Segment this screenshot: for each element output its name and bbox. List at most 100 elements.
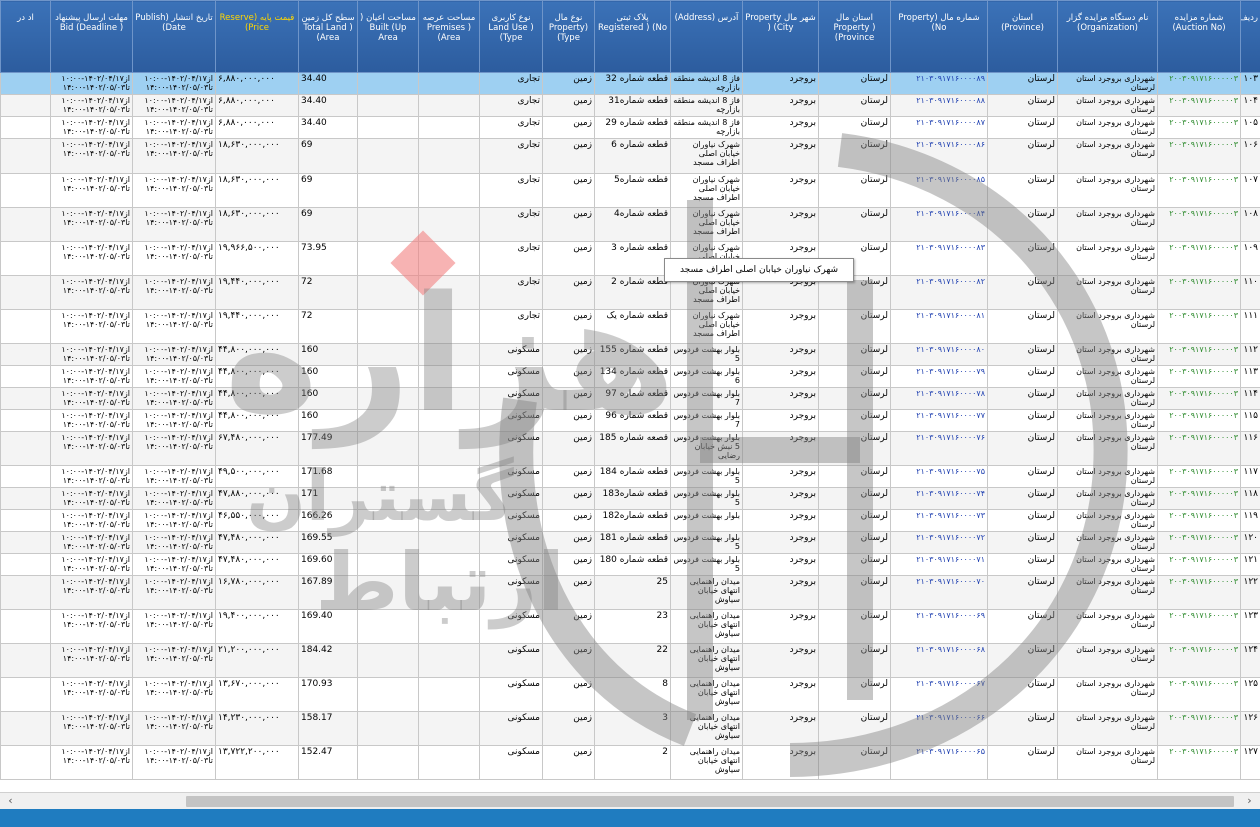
cell-property-no: ۲۱۰۳۰۹۱۷۱۶۰۰۰۰۷۶ [890, 431, 988, 466]
table-row[interactable]: ۱۱۶ ۲۰۰۳۰۹۱۷۱۶۰۰۰۰۰۳ شهرداری بروجرد استان … [0, 431, 1260, 466]
column-header-deadline[interactable]: مهلت ارسال پیشنهاد ( Bid (Deadline [50, 0, 133, 73]
column-header-reserve-price[interactable]: قیمت پایه (Reserve Price) [215, 0, 299, 73]
table-row[interactable]: ۱۱۵ ۲۰۰۳۰۹۱۷۱۶۰۰۰۰۰۳ شهرداری بروجرد استان … [0, 409, 1260, 432]
cell-extra [0, 387, 51, 410]
horizontal-scrollbar[interactable]: ‹ › [0, 792, 1260, 809]
cell-property-city: بروجرد [742, 677, 819, 712]
cell-deadline: از۱۴۰۲/۰۴/۱۷-۱۰:۰۰ تا۱۴۰۲/۰۵/۰۳-۱۴:۰۰ [50, 745, 133, 780]
column-header-property-no[interactable]: شماره مال (Property No) [890, 0, 988, 73]
column-header-registered-no[interactable]: پلاک ثبتی Registered ) (No [594, 0, 671, 73]
cell-property-type: زمین [542, 173, 595, 208]
cell-deadline: از۱۴۰۲/۰۴/۱۷-۱۰:۰۰ تا۱۴۰۲/۰۵/۰۳-۱۴:۰۰ [50, 207, 133, 242]
cell-row: ۱۰۳ [1240, 72, 1260, 95]
cell-organization: شهرداری بروجرد استان لرستان [1057, 138, 1158, 174]
column-header-auction-no[interactable]: شماره مزایده (Auction No) [1157, 0, 1241, 73]
cell-extra [0, 207, 51, 242]
table-row[interactable]: ۱۰۷ ۲۰۰۳۰۹۱۷۱۶۰۰۰۰۰۳ شهرداری بروجرد استان … [0, 173, 1260, 208]
cell-property-no: ۲۱۰۳۰۹۱۷۱۶۰۰۰۰۶۹ [890, 609, 988, 644]
cell-built-up-area [357, 309, 419, 344]
column-header-premises-area[interactable]: مساحت عرصه Premises ) (Area [418, 0, 480, 73]
cell-property-no: ۲۱۰۳۰۹۱۷۱۶۰۰۰۰۸۹ [890, 72, 988, 95]
table-row[interactable]: ۱۲۵ ۲۰۰۳۰۹۱۷۱۶۰۰۰۰۰۳ شهرداری بروجرد استان … [0, 677, 1260, 712]
cell-premises-area [418, 465, 480, 488]
cell-province: لرستان [987, 309, 1058, 344]
table-row[interactable]: ۱۱۳ ۲۰۰۳۰۹۱۷۱۶۰۰۰۰۰۳ شهرداری بروجرد استان … [0, 365, 1260, 388]
table-row[interactable]: ۱۰۶ ۲۰۰۳۰۹۱۷۱۶۰۰۰۰۰۳ شهرداری بروجرد استان … [0, 138, 1260, 174]
column-header-property-province[interactable]: استان مال Property ) (Province [818, 0, 891, 73]
cell-extra [0, 609, 51, 644]
cell-property-type: زمین [542, 94, 595, 117]
cell-reserve-price: ۱۹,۴۴۰,۰۰۰,۰۰۰ [215, 309, 299, 344]
scroll-left-icon[interactable]: ‹ [2, 793, 19, 810]
column-header-province[interactable]: استان (Province) [987, 0, 1058, 73]
cell-property-no: ۲۱۰۳۰۹۱۷۱۶۰۰۰۰۸۲ [890, 275, 988, 310]
cell-registered-no: قطعه شماره 96 [594, 409, 671, 432]
table-row[interactable]: ۱۲۳ ۲۰۰۳۰۹۱۷۱۶۰۰۰۰۰۳ شهرداری بروجرد استان … [0, 609, 1260, 644]
cell-auction-no: ۲۰۰۳۰۹۱۷۱۶۰۰۰۰۰۳ [1157, 409, 1241, 432]
cell-total-land-area: 72 [298, 275, 358, 310]
column-header-property-type[interactable]: نوع مال Property) (Type [542, 0, 595, 73]
cell-property-city: بروجرد [742, 409, 819, 432]
column-header-extra[interactable]: اد در [0, 0, 51, 73]
cell-row: ۱۲۰ [1240, 531, 1260, 554]
cell-organization: شهرداری بروجرد استان لرستان [1057, 487, 1158, 510]
cell-total-land-area: 69 [298, 173, 358, 208]
cell-publish-date: از۱۴۰۲/۰۴/۱۷-۱۰:۰۰ تا۱۴۰۲/۰۵/۰۳-۱۴:۰۰ [132, 116, 216, 139]
cell-total-land-area: 170.93 [298, 677, 358, 712]
cell-organization: شهرداری بروجرد استان لرستان [1057, 677, 1158, 712]
table-row[interactable]: ۱۲۰ ۲۰۰۳۰۹۱۷۱۶۰۰۰۰۰۳ شهرداری بروجرد استان … [0, 531, 1260, 554]
table-row[interactable]: ۱۲۲ ۲۰۰۳۰۹۱۷۱۶۰۰۰۰۰۳ شهرداری بروجرد استان … [0, 575, 1260, 610]
column-header-organization[interactable]: نام دستگاه مزایده گزار (Organization) [1057, 0, 1158, 73]
cell-row: ۱۰۴ [1240, 94, 1260, 117]
cell-registered-no: قطعه شماره 29 [594, 116, 671, 139]
column-header-total-land-area[interactable]: سطح کل زمین ( Total Land (Area [298, 0, 358, 73]
column-header-property-city[interactable]: شهر مال Property ) (City [742, 0, 819, 73]
column-header-address[interactable]: آدرس (Address) [670, 0, 743, 73]
cell-property-province: لرستان [818, 309, 891, 344]
cell-property-no: ۲۱۰۳۰۹۱۷۱۶۰۰۰۰۷۸ [890, 387, 988, 410]
table-row[interactable]: ۱۰۸ ۲۰۰۳۰۹۱۷۱۶۰۰۰۰۰۳ شهرداری بروجرد استان … [0, 207, 1260, 242]
column-header-land-use[interactable]: نوع کاربری Land Use ) (Type [479, 0, 543, 73]
cell-property-type: زمین [542, 553, 595, 576]
table-row[interactable]: ۱۲۴ ۲۰۰۳۰۹۱۷۱۶۰۰۰۰۰۳ شهرداری بروجرد استان … [0, 643, 1260, 678]
cell-row: ۱۲۲ [1240, 575, 1260, 610]
cell-auction-no: ۲۰۰۳۰۹۱۷۱۶۰۰۰۰۰۳ [1157, 465, 1241, 488]
cell-total-land-area: 72 [298, 309, 358, 344]
cell-row: ۱۰۹ [1240, 241, 1260, 276]
cell-land-use: مسکونی [479, 365, 543, 388]
cell-land-use: تجاری [479, 275, 543, 310]
cell-property-city: بروجرد [742, 745, 819, 780]
table-row[interactable]: ۱۰۵ ۲۰۰۳۰۹۱۷۱۶۰۰۰۰۰۳ شهرداری بروجرد استان … [0, 116, 1260, 139]
cell-extra [0, 309, 51, 344]
table-row[interactable]: ۱۱۲ ۲۰۰۳۰۹۱۷۱۶۰۰۰۰۰۳ شهرداری بروجرد استان … [0, 343, 1260, 366]
cell-total-land-area: 171 [298, 487, 358, 510]
scroll-right-icon[interactable]: › [1241, 793, 1258, 810]
table-row[interactable]: ۱۱۱ ۲۰۰۳۰۹۱۷۱۶۰۰۰۰۰۳ شهرداری بروجرد استان … [0, 309, 1260, 344]
table-row[interactable]: ۱۱۷ ۲۰۰۳۰۹۱۷۱۶۰۰۰۰۰۳ شهرداری بروجرد استان … [0, 465, 1260, 488]
cell-property-province: لرستان [818, 409, 891, 432]
table-row[interactable]: ۱۰۹ ۲۰۰۳۰۹۱۷۱۶۰۰۰۰۰۳ شهرداری بروجرد استان … [0, 241, 1260, 276]
cell-row: ۱۰۸ [1240, 207, 1260, 242]
table-row[interactable]: ۱۰۴ ۲۰۰۳۰۹۱۷۱۶۰۰۰۰۰۳ شهرداری بروجرد استان … [0, 94, 1260, 117]
cell-premises-area [418, 575, 480, 610]
cell-property-city: بروجرد [742, 465, 819, 488]
cell-deadline: از۱۴۰۲/۰۴/۱۷-۱۰:۰۰ تا۱۴۰۲/۰۵/۰۳-۱۴:۰۰ [50, 116, 133, 139]
column-header-row[interactable]: ردیف [1240, 0, 1260, 73]
cell-province: لرستان [987, 343, 1058, 366]
table-row[interactable]: ۱۲۱ ۲۰۰۳۰۹۱۷۱۶۰۰۰۰۰۳ شهرداری بروجرد استان … [0, 553, 1260, 576]
cell-extra [0, 116, 51, 139]
table-row[interactable]: ۱۲۷ ۲۰۰۳۰۹۱۷۱۶۰۰۰۰۰۳ شهرداری بروجرد استان … [0, 745, 1260, 780]
table-row[interactable]: ۱۱۸ ۲۰۰۳۰۹۱۷۱۶۰۰۰۰۰۳ شهرداری بروجرد استان … [0, 487, 1260, 510]
table-row[interactable]: ۱۱۰ ۲۰۰۳۰۹۱۷۱۶۰۰۰۰۰۳ شهرداری بروجرد استان … [0, 275, 1260, 310]
cell-row: ۱۲۴ [1240, 643, 1260, 678]
table-row[interactable]: ۱۱۴ ۲۰۰۳۰۹۱۷۱۶۰۰۰۰۰۳ شهرداری بروجرد استان … [0, 387, 1260, 410]
table-row[interactable]: ۱۱۹ ۲۰۰۳۰۹۱۷۱۶۰۰۰۰۰۳ شهرداری بروجرد استان … [0, 509, 1260, 532]
cell-land-use: مسکونی [479, 677, 543, 712]
table-row[interactable]: ۱۰۳ ۲۰۰۳۰۹۱۷۱۶۰۰۰۰۰۳ شهرداری بروجرد استان … [0, 72, 1260, 95]
column-header-built-up-area[interactable]: مساحت اعیان ( Built (Up Area [357, 0, 419, 73]
cell-property-province: لرستان [818, 116, 891, 139]
table-row[interactable]: ۱۲۶ ۲۰۰۳۰۹۱۷۱۶۰۰۰۰۰۳ شهرداری بروجرد استان … [0, 711, 1260, 746]
scrollbar-thumb[interactable] [186, 796, 1234, 807]
cell-extra [0, 553, 51, 576]
column-header-publish-date[interactable]: تاریخ انتشار (Publish Date) [132, 0, 216, 73]
